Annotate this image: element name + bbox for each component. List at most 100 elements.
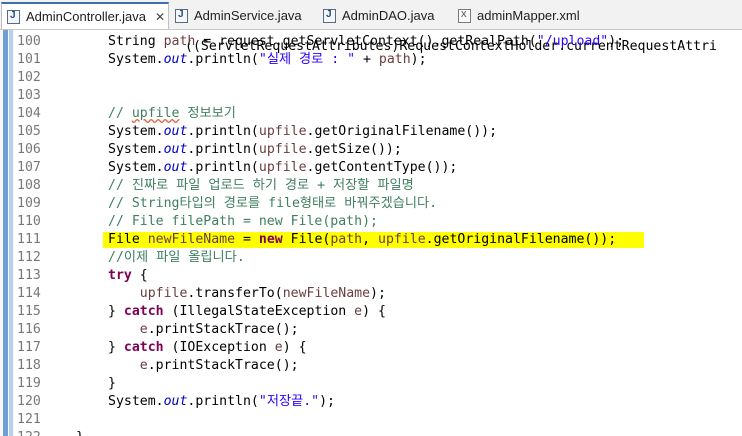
code-token: e bbox=[354, 304, 363, 319]
code-token: .println( bbox=[187, 124, 259, 139]
line-number: 114 bbox=[17, 286, 41, 301]
code-token: path bbox=[163, 34, 196, 49]
line-code: // String타입의 경로를 file형태로 바꿔주겠습니다. bbox=[108, 195, 437, 213]
line-code: } catch (IOException e) { bbox=[108, 339, 307, 357]
line-number: 109 bbox=[17, 196, 41, 211]
tab-label: AdminService.java bbox=[194, 8, 302, 23]
line-number: 122 bbox=[17, 429, 57, 436]
code-line: 110 // File filePath = new File(path); bbox=[0, 213, 742, 231]
line-code: System.out.println("실제 경로 : " + path); bbox=[108, 51, 427, 69]
code-token: File bbox=[108, 232, 148, 247]
code-line: 117 } catch (IOException e) { bbox=[0, 339, 742, 357]
code-line: 114 upfile.transferTo(newFileName); bbox=[0, 285, 742, 303]
code-token: = bbox=[235, 232, 259, 247]
line-code: System.out.println(upfile.getContentType… bbox=[108, 159, 457, 177]
tab-admindao[interactable]: AdminDAO.java bbox=[318, 2, 444, 29]
code-line: 112 //이제 파일 올립니다. bbox=[0, 249, 742, 267]
code-token: System. bbox=[108, 394, 164, 409]
code-line: 122} bbox=[0, 429, 742, 436]
line-number: 101 bbox=[17, 52, 41, 67]
code-token: upfile bbox=[258, 142, 307, 157]
code-token: .printStackTrace(); bbox=[147, 322, 299, 337]
line-code: // upfile 정보보기 bbox=[108, 105, 236, 123]
close-tab-icon[interactable]: ✕ bbox=[155, 10, 165, 24]
line-code: // File filePath = new File(path); bbox=[108, 213, 378, 231]
code-token: .println( bbox=[187, 160, 259, 175]
code-token: .println( bbox=[187, 394, 259, 409]
line-number: 121 bbox=[17, 412, 41, 427]
tab-adminmapper[interactable]: adminMapper.xml bbox=[453, 2, 593, 29]
line-number: 103 bbox=[17, 88, 41, 103]
code-token: } bbox=[76, 430, 84, 436]
code-editor[interactable]: ((ServletRequestAttributes)RequestContex… bbox=[0, 30, 742, 436]
line-code: //이제 파일 올립니다. bbox=[108, 249, 245, 267]
code-token: 정보보기 bbox=[179, 106, 236, 121]
code-token: System. bbox=[108, 124, 164, 139]
code-token: "실제 경로 : " bbox=[258, 52, 356, 67]
code-line: 107 System.out.println(upfile.getContentT… bbox=[0, 159, 742, 177]
tab-admincontroller[interactable]: AdminController.java ✕ bbox=[1, 2, 169, 29]
line-number: 112 bbox=[17, 250, 41, 265]
code-token: System. bbox=[108, 142, 164, 157]
tab-adminservice[interactable]: AdminService.java bbox=[170, 2, 310, 29]
code-token: out bbox=[163, 394, 188, 409]
code-token: System. bbox=[108, 52, 164, 67]
line-number: 117 bbox=[17, 340, 41, 355]
line-code: } bbox=[108, 375, 116, 393]
code-token: .getOriginalFilename()); bbox=[425, 232, 617, 247]
code-token: .getOriginalFilename()); bbox=[306, 124, 498, 139]
tab-label: AdminController.java bbox=[26, 9, 146, 24]
code-token: .getSize()); bbox=[306, 142, 402, 157]
code-token: = request.getServletContext().getRealPat… bbox=[195, 34, 537, 49]
line-number: 102 bbox=[17, 70, 41, 85]
code-line: 113 try { bbox=[0, 267, 742, 285]
line-number: 104 bbox=[17, 106, 41, 121]
code-token: upfile bbox=[258, 160, 307, 175]
code-token: } bbox=[108, 340, 124, 355]
code-token: upfile bbox=[258, 124, 307, 139]
line-number: 115 bbox=[17, 304, 41, 319]
line-code: String path = request.getServletContext(… bbox=[108, 33, 624, 51]
code-line: 116 e.printStackTrace(); bbox=[0, 321, 742, 339]
code-token: String bbox=[108, 34, 164, 49]
code-token: upfile bbox=[139, 286, 188, 301]
code-line: 111 File newFileName = new File(path, upf… bbox=[0, 231, 742, 249]
editor-tab-bar: AdminController.java ✕ AdminService.java… bbox=[0, 0, 742, 30]
code-token: //이제 파일 올립니다. bbox=[108, 250, 245, 265]
code-token: (IllegalStateException bbox=[163, 304, 355, 319]
code-line: 104 // upfile 정보보기 bbox=[0, 105, 742, 123]
line-code: e.printStackTrace(); bbox=[108, 357, 299, 375]
code-token: e bbox=[139, 322, 148, 337]
code-token: System. bbox=[108, 160, 164, 175]
line-number: 106 bbox=[17, 142, 41, 157]
code-line: 121 bbox=[0, 411, 742, 429]
code-line: 120 System.out.println("저장끝."); bbox=[0, 393, 742, 411]
code-line: 109 // String타입의 경로를 file형태로 바꿔주겠습니다. bbox=[0, 195, 742, 213]
code-token: .getContentType()); bbox=[306, 160, 458, 175]
code-line: 118 e.printStackTrace(); bbox=[0, 357, 742, 375]
code-token: .transferTo( bbox=[187, 286, 283, 301]
line-number: 119 bbox=[17, 376, 41, 391]
code-token: .printStackTrace(); bbox=[147, 358, 299, 373]
code-token: out bbox=[163, 160, 188, 175]
code-token: out bbox=[163, 142, 188, 157]
code-token: upfile bbox=[378, 232, 426, 247]
code-token: // bbox=[108, 106, 132, 121]
line-number: 118 bbox=[17, 358, 41, 373]
code-line: 115} catch (IllegalStateException e) { bbox=[0, 303, 742, 321]
code-token: ) { bbox=[362, 304, 386, 319]
code-token: ); bbox=[370, 286, 386, 301]
code-token: ); bbox=[319, 394, 335, 409]
code-token: } bbox=[108, 376, 116, 391]
code-token: out bbox=[163, 124, 188, 139]
code-token: // File filePath = new File(path); bbox=[108, 214, 378, 229]
code-token: .println( bbox=[187, 52, 259, 67]
code-token: ); bbox=[410, 52, 427, 67]
line-code: File newFileName = new File(path, upfile… bbox=[108, 231, 616, 249]
code-token: "/upload" bbox=[536, 34, 609, 49]
line-code: System.out.println(upfile.getSize()); bbox=[108, 141, 402, 159]
code-token: ) { bbox=[282, 340, 307, 355]
code-token: // 진짜로 파일 업로드 하기 경로 + 저장할 파일명 bbox=[108, 178, 414, 193]
